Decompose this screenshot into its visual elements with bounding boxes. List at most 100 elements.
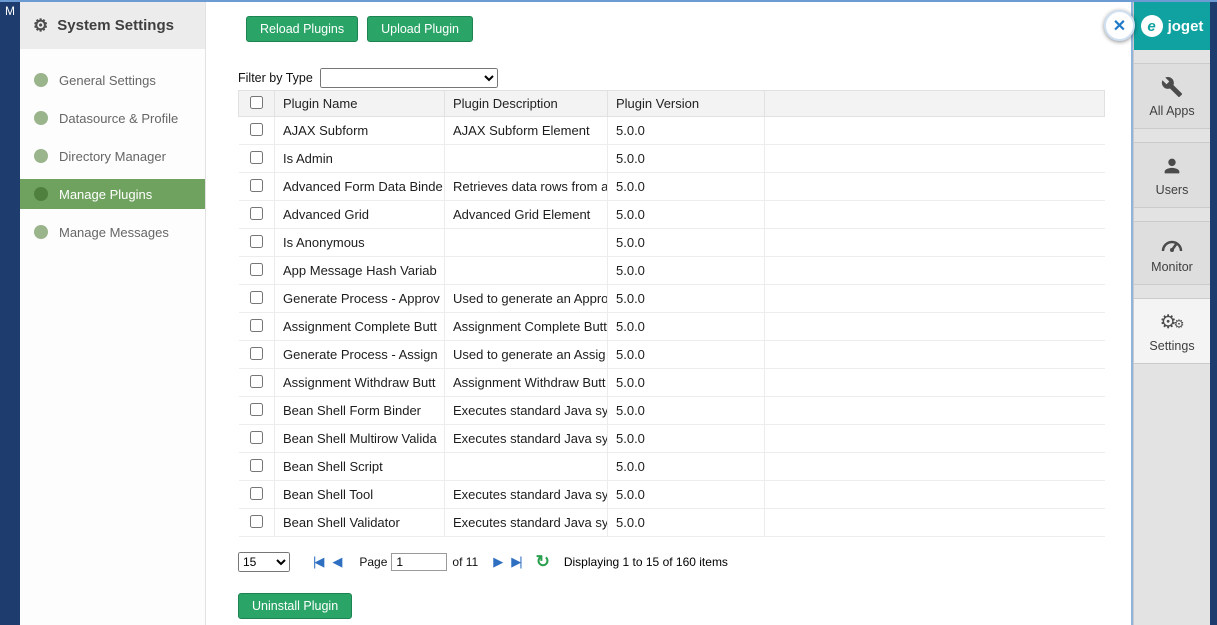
next-page-icon[interactable]: ▶ <box>493 554 501 570</box>
filler-cell <box>765 369 1105 397</box>
row-checkbox[interactable] <box>250 207 263 220</box>
plugin-name-cell: Advanced Form Data Binde <box>275 173 445 201</box>
plugin-name-cell: Is Anonymous <box>275 229 445 257</box>
sidebar-header: ⚙ System Settings <box>20 2 205 49</box>
column-header-plugin-description[interactable]: Plugin Description <box>445 91 608 117</box>
row-checkbox[interactable] <box>250 263 263 276</box>
table-row[interactable]: Advanced Grid Advanced Grid Element 5.0.… <box>239 201 1105 229</box>
joget-logo-icon: e <box>1141 15 1163 37</box>
gauge-icon <box>1160 234 1184 254</box>
table-row[interactable]: Is Anonymous 5.0.0 <box>239 229 1105 257</box>
row-checkbox[interactable] <box>250 319 263 332</box>
row-checkbox[interactable] <box>250 235 263 248</box>
gears-icon: ⚙⚙ <box>1136 311 1208 335</box>
row-checkbox-cell <box>239 229 275 257</box>
plugin-description-cell: Retrieves data rows from a <box>445 173 608 201</box>
row-checkbox[interactable] <box>250 459 263 472</box>
plugin-version-cell: 5.0.0 <box>608 257 765 285</box>
close-button[interactable]: ✕ <box>1104 10 1135 41</box>
plugin-version-cell: 5.0.0 <box>608 313 765 341</box>
plugin-description-cell: Executes standard Java sy <box>445 481 608 509</box>
table-row[interactable]: Advanced Form Data Binde Retrieves data … <box>239 173 1105 201</box>
table-row[interactable]: App Message Hash Variab 5.0.0 <box>239 257 1105 285</box>
row-checkbox-cell <box>239 117 275 145</box>
table-row[interactable]: Bean Shell Script 5.0.0 <box>239 453 1105 481</box>
plugin-version-cell: 5.0.0 <box>608 145 765 173</box>
joget-brand[interactable]: e joget <box>1134 2 1210 50</box>
row-checkbox-cell <box>239 397 275 425</box>
uninstall-plugin-button[interactable]: Uninstall Plugin <box>238 593 352 619</box>
plugin-name-cell: AJAX Subform <box>275 117 445 145</box>
page-size-select[interactable]: 15 <box>238 552 290 572</box>
table-row[interactable]: Is Admin 5.0.0 <box>239 145 1105 173</box>
plugin-toolbar: Reload Plugins Upload Plugin <box>246 16 473 42</box>
column-header-plugin-version[interactable]: Plugin Version <box>608 91 765 117</box>
close-icon: ✕ <box>1113 16 1126 36</box>
select-all-checkbox[interactable] <box>250 96 263 109</box>
sidebar-item-datasource-profile[interactable]: Datasource & Profile <box>20 103 205 133</box>
column-header-plugin-name[interactable]: Plugin Name <box>275 91 445 117</box>
table-row[interactable]: Bean Shell Validator Executes standard J… <box>239 509 1105 537</box>
plugin-name-cell: Generate Process - Assign <box>275 341 445 369</box>
plugin-description-cell <box>445 257 608 285</box>
table-row[interactable]: Assignment Complete Butt Assignment Comp… <box>239 313 1105 341</box>
row-checkbox-cell <box>239 173 275 201</box>
plugin-description-cell: Assignment Complete Butt <box>445 313 608 341</box>
table-row[interactable]: Bean Shell Tool Executes standard Java s… <box>239 481 1105 509</box>
plugin-version-cell: 5.0.0 <box>608 173 765 201</box>
sidebar-item-manage-plugins[interactable]: Manage Plugins <box>20 179 205 209</box>
plugin-version-cell: 5.0.0 <box>608 509 765 537</box>
prev-page-icon[interactable]: ◀ <box>332 554 340 570</box>
plugin-version-cell: 5.0.0 <box>608 201 765 229</box>
filler-cell <box>765 145 1105 173</box>
filler-cell <box>765 425 1105 453</box>
sidebar-item-general-settings[interactable]: General Settings <box>20 65 205 95</box>
rail-item-label: Users <box>1156 183 1189 197</box>
page-number-input[interactable] <box>391 553 447 571</box>
plugin-description-cell: Advanced Grid Element <box>445 201 608 229</box>
row-checkbox-cell <box>239 453 275 481</box>
table-row[interactable]: Assignment Withdraw Butt Assignment With… <box>239 369 1105 397</box>
reload-plugins-button[interactable]: Reload Plugins <box>246 16 358 42</box>
plugin-name-cell: Advanced Grid <box>275 201 445 229</box>
table-row[interactable]: Bean Shell Form Binder Executes standard… <box>239 397 1105 425</box>
upload-plugin-button[interactable]: Upload Plugin <box>367 16 473 42</box>
rail-item-monitor[interactable]: Monitor <box>1134 221 1210 285</box>
row-checkbox[interactable] <box>250 431 263 444</box>
settings-sidebar: ⚙ System Settings General Settings Datas… <box>20 2 206 625</box>
row-checkbox[interactable] <box>250 179 263 192</box>
sidebar-item-manage-messages[interactable]: Manage Messages <box>20 217 205 247</box>
rail-item-users[interactable]: Users <box>1134 142 1210 208</box>
first-page-icon[interactable]: |◀ <box>313 554 322 570</box>
table-row[interactable]: AJAX Subform AJAX Subform Element 5.0.0 <box>239 117 1105 145</box>
plugin-description-cell: AJAX Subform Element <box>445 117 608 145</box>
row-checkbox[interactable] <box>250 403 263 416</box>
row-checkbox[interactable] <box>250 375 263 388</box>
refresh-icon[interactable]: ↻ <box>536 552 550 572</box>
filter-type-select[interactable] <box>320 68 498 88</box>
table-row[interactable]: Generate Process - Assign Used to genera… <box>239 341 1105 369</box>
row-checkbox[interactable] <box>250 151 263 164</box>
row-checkbox[interactable] <box>250 347 263 360</box>
table-row[interactable]: Generate Process - Approv Used to genera… <box>239 285 1105 313</box>
row-checkbox-cell <box>239 425 275 453</box>
row-checkbox-cell <box>239 285 275 313</box>
rail-item-all-apps[interactable]: All Apps <box>1134 63 1210 129</box>
plugin-name-cell: Bean Shell Form Binder <box>275 397 445 425</box>
last-page-icon[interactable]: ▶| <box>511 554 520 570</box>
row-checkbox[interactable] <box>250 515 263 528</box>
filler-cell <box>765 313 1105 341</box>
table-row[interactable]: Bean Shell Multirow Valida Executes stan… <box>239 425 1105 453</box>
rail-item-settings[interactable]: ⚙⚙ Settings <box>1134 298 1210 364</box>
sidebar-item-label: General Settings <box>59 73 156 88</box>
sidebar-item-directory-manager[interactable]: Directory Manager <box>20 141 205 171</box>
row-checkbox[interactable] <box>250 123 263 136</box>
row-checkbox[interactable] <box>250 291 263 304</box>
plugin-description-cell: Executes standard Java sy <box>445 397 608 425</box>
brand-label: joget <box>1168 18 1204 35</box>
row-checkbox[interactable] <box>250 487 263 500</box>
edge-letter: M <box>5 4 15 18</box>
manage-plugins-panel: Reload Plugins Upload Plugin Filter by T… <box>207 2 1133 625</box>
plugin-name-cell: Assignment Complete Butt <box>275 313 445 341</box>
sidebar-item-label: Manage Plugins <box>59 187 152 202</box>
